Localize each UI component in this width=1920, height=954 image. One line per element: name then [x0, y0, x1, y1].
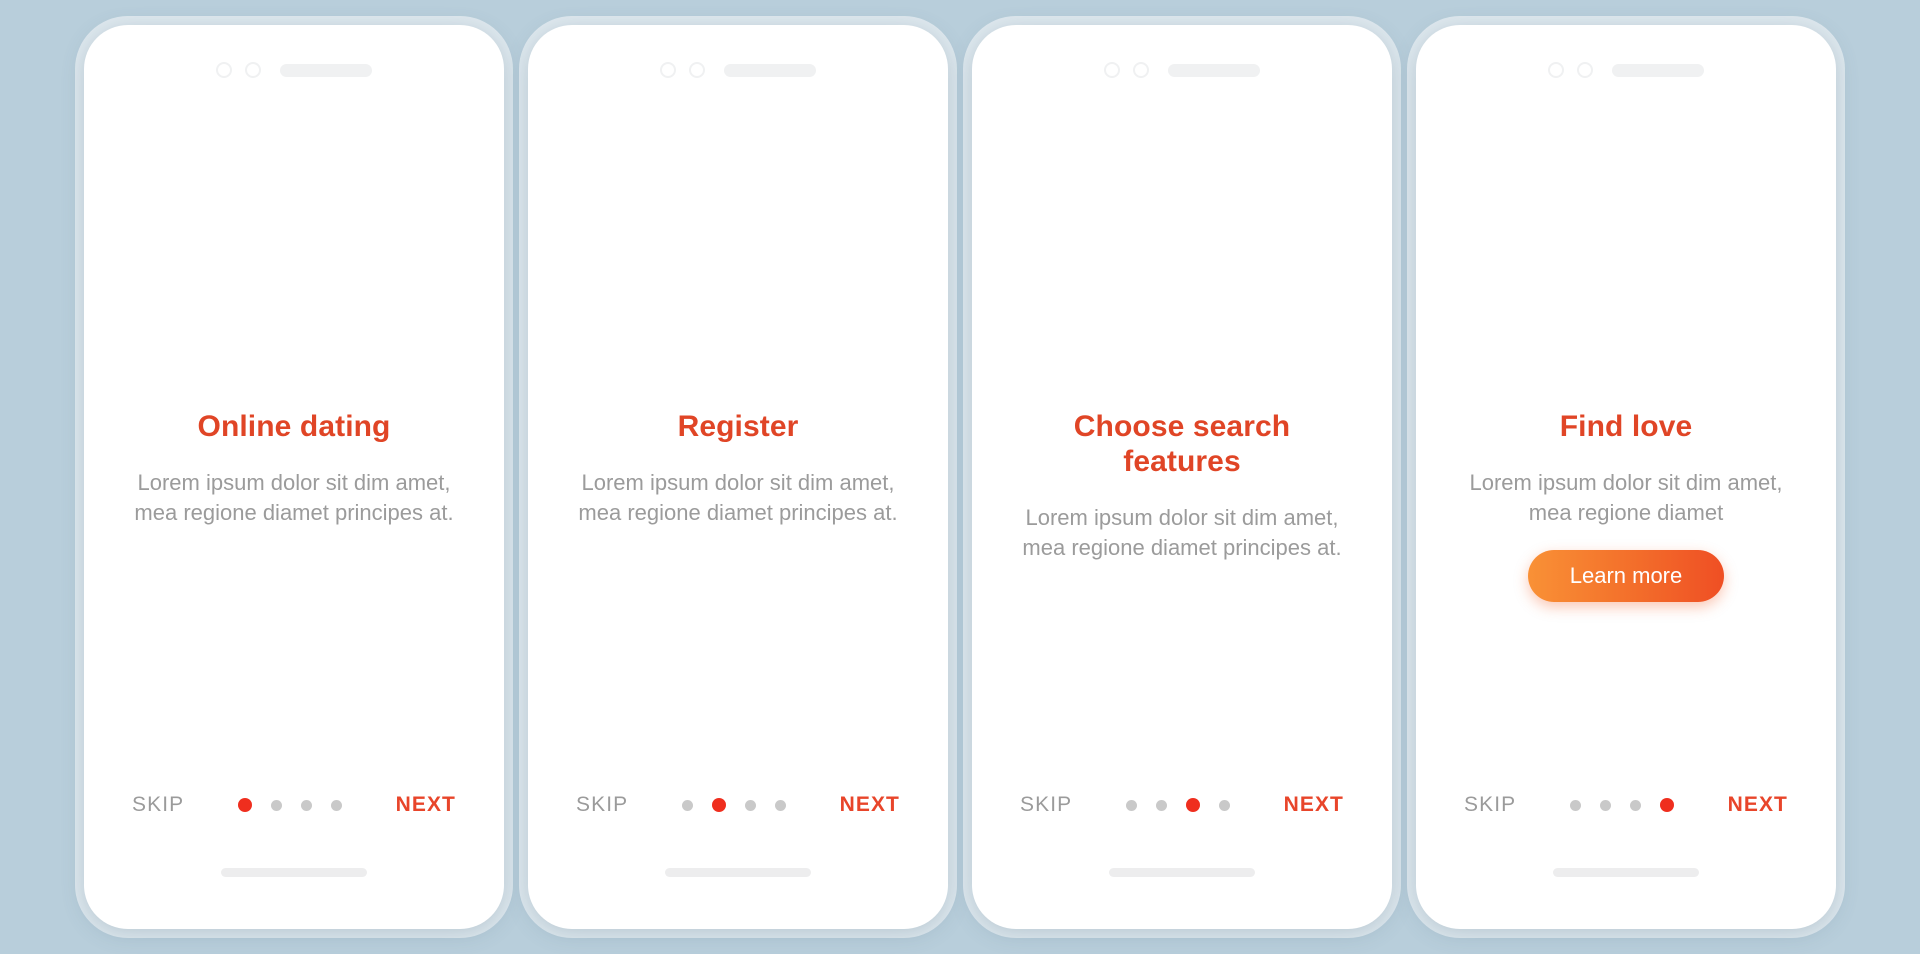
camera-icon	[1548, 62, 1564, 78]
skip-button[interactable]: SKIP	[1020, 793, 1072, 817]
home-indicator[interactable]	[221, 868, 367, 877]
status-bar	[1104, 61, 1260, 79]
navigation-row: SKIP NEXT	[536, 793, 940, 817]
home-indicator[interactable]	[1109, 868, 1255, 877]
speaker-grille	[280, 63, 372, 77]
onboarding-screen-4: Find love Lorem ipsum dolor sit dim amet,…	[1416, 25, 1836, 929]
page-dot-3[interactable]	[744, 799, 756, 811]
page-dot-4[interactable]	[1218, 799, 1230, 811]
onboarding-screen-2: Register Lorem ipsum dolor sit dim amet, …	[528, 25, 948, 929]
sensor-icon	[1133, 62, 1149, 78]
page-dot-1[interactable]	[1125, 799, 1137, 811]
camera-icon	[1104, 62, 1120, 78]
page-indicator-dots	[237, 798, 342, 812]
find-love-heart-key-bow-ring-icon	[1476, 113, 1776, 417]
page-indicator-dots	[1569, 798, 1674, 812]
phone-screen-content: Choose search features Lorem ipsum dolor …	[980, 33, 1384, 921]
phone-screen-content: Find love Lorem ipsum dolor sit dim amet,…	[1424, 33, 1828, 921]
skip-button[interactable]: SKIP	[576, 793, 628, 817]
learn-more-button[interactable]: Learn more	[1527, 549, 1725, 602]
next-button[interactable]: NEXT	[840, 793, 900, 817]
next-button[interactable]: NEXT	[1728, 793, 1788, 817]
next-button[interactable]: NEXT	[396, 793, 456, 817]
screen-title: Find love	[1559, 410, 1693, 443]
screen-title: Register	[677, 410, 799, 443]
online-dating-monitor-heart-wifi-icon	[144, 113, 444, 403]
speaker-grille	[1168, 63, 1260, 77]
text-block: Online dating Lorem ipsum dolor sit dim a…	[129, 409, 459, 528]
page-dot-2[interactable]	[270, 799, 282, 811]
speaker-grille	[724, 63, 816, 77]
sensor-icon	[689, 62, 705, 78]
screen-title: Choose search features	[1073, 410, 1291, 479]
page-indicator-dots	[681, 798, 786, 812]
text-block: Choose search features Lorem ipsum dolor …	[1017, 409, 1347, 563]
screen-description: Lorem ipsum dolor sit dim amet, mea regi…	[134, 470, 454, 525]
page-indicator-dots	[1125, 798, 1230, 812]
page-dot-3-active[interactable]	[1185, 798, 1200, 812]
sensor-icon	[1577, 62, 1593, 78]
skip-button[interactable]: SKIP	[132, 793, 184, 817]
onboarding-screens-row: Online dating Lorem ipsum dolor sit dim a…	[0, 25, 1920, 929]
screen-description: Lorem ipsum dolor sit dim amet, mea regi…	[1469, 470, 1783, 525]
page-dot-1[interactable]	[1569, 799, 1581, 811]
phone-screen-content: Online dating Lorem ipsum dolor sit dim a…	[92, 33, 496, 921]
onboarding-screen-3: Choose search features Lorem ipsum dolor …	[972, 25, 1392, 929]
page-dot-2[interactable]	[1155, 799, 1167, 811]
speaker-grille	[1612, 63, 1704, 77]
skip-button[interactable]: SKIP	[1464, 793, 1516, 817]
text-block: Find love Lorem ipsum dolor sit dim amet,…	[1461, 409, 1791, 602]
register-phone-profile-hand-email-icon	[588, 113, 888, 403]
next-button[interactable]: NEXT	[1284, 793, 1344, 817]
page-dot-1-active[interactable]	[237, 798, 252, 812]
page-dot-3[interactable]	[1629, 799, 1641, 811]
screen-title: Online dating	[197, 410, 391, 443]
navigation-row: SKIP NEXT	[92, 793, 496, 817]
home-indicator[interactable]	[1553, 868, 1699, 877]
phone-screen-content: Register Lorem ipsum dolor sit dim amet, …	[536, 33, 940, 921]
navigation-row: SKIP NEXT	[980, 793, 1384, 817]
status-bar	[660, 61, 816, 79]
page-dot-4[interactable]	[330, 799, 342, 811]
page-dot-1[interactable]	[681, 799, 693, 811]
page-dot-3[interactable]	[300, 799, 312, 811]
page-dot-2[interactable]	[1599, 799, 1611, 811]
page-dot-2-active[interactable]	[711, 798, 726, 812]
sensor-icon	[245, 62, 261, 78]
status-bar	[216, 61, 372, 79]
status-bar	[1548, 61, 1704, 79]
screen-description: Lorem ipsum dolor sit dim amet, mea regi…	[578, 470, 898, 525]
home-indicator[interactable]	[665, 868, 811, 877]
text-block: Register Lorem ipsum dolor sit dim amet, …	[573, 409, 903, 528]
camera-icon	[660, 62, 676, 78]
onboarding-screen-1: Online dating Lorem ipsum dolor sit dim a…	[84, 25, 504, 929]
search-features-tablet-checklist-hand-icon	[1032, 113, 1332, 403]
navigation-row: SKIP NEXT	[1424, 793, 1828, 817]
cta-wrapper: Learn more	[1461, 549, 1791, 602]
camera-icon	[216, 62, 232, 78]
screen-description: Lorem ipsum dolor sit dim amet, mea regi…	[1022, 505, 1342, 561]
page-dot-4-active[interactable]	[1659, 798, 1674, 812]
page-dot-4[interactable]	[774, 799, 786, 811]
